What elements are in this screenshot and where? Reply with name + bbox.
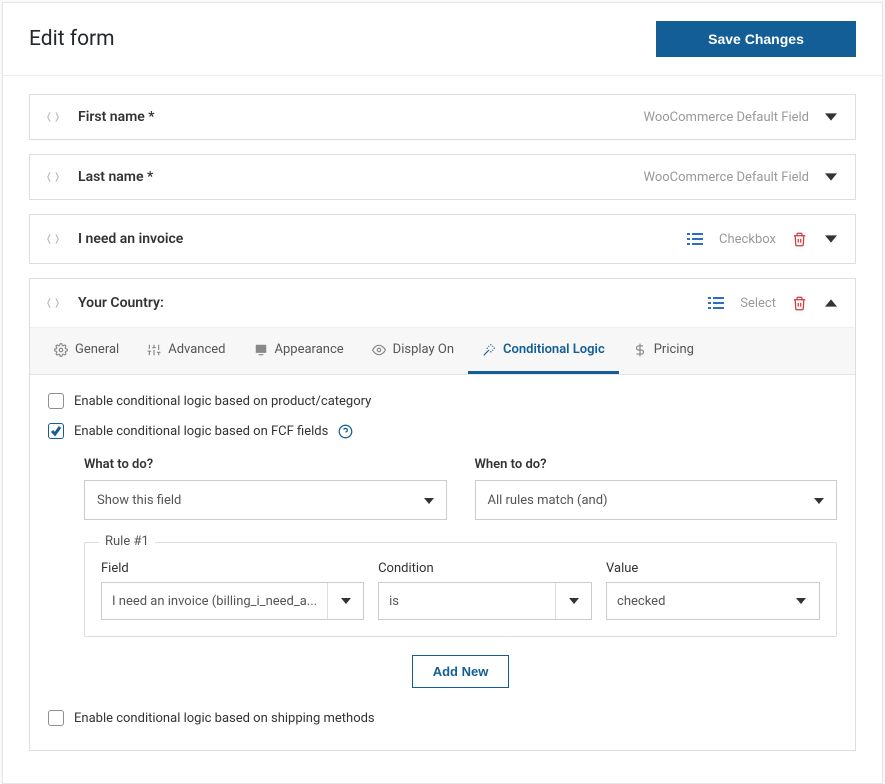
wand-icon [482, 343, 496, 357]
rule-value-label: Value [606, 561, 820, 576]
drag-handle-icon[interactable] [46, 232, 60, 246]
sliders-icon [147, 343, 161, 357]
rule-field-label: Field [101, 561, 364, 576]
tab-label: General [75, 342, 119, 357]
field-label: First name * [78, 109, 644, 125]
field-head[interactable]: I need an invoice Checkbox [30, 215, 855, 263]
trash-icon[interactable] [790, 230, 809, 249]
drag-handle-icon[interactable] [46, 110, 60, 124]
tab-label: Advanced [168, 342, 225, 357]
field-type: Checkbox [719, 232, 776, 247]
field-type: WooCommerce Default Field [644, 170, 810, 185]
what-to-do-select[interactable]: Show this field [84, 480, 447, 520]
field-label: Last name * [78, 169, 644, 185]
checkbox-shipping[interactable] [48, 710, 64, 726]
field-head[interactable]: Last name * WooCommerce Default Field [30, 155, 855, 199]
chevron-down-icon [424, 493, 434, 508]
checkbox-row-fcf: Enable conditional logic based on FCF fi… [48, 423, 837, 439]
chevron-down-icon [327, 583, 363, 619]
checkbox-label: Enable conditional logic based on produc… [74, 394, 371, 409]
checkbox-row-shipping: Enable conditional logic based on shippi… [48, 710, 837, 726]
tab-label: Display On [393, 342, 454, 357]
field-row: I need an invoice Checkbox [29, 214, 856, 264]
chevron-down-icon [783, 583, 819, 619]
field-row-expanded: Your Country: Select [29, 278, 856, 751]
field-head[interactable]: First name * WooCommerce Default Field [30, 95, 855, 139]
rule-value-select[interactable]: checked [606, 582, 820, 620]
field-type: Select [740, 296, 776, 311]
rule-field-col: Field I need an invoice (billing_i_need_… [101, 561, 364, 620]
chevron-down-icon [555, 583, 591, 619]
expand-toggle[interactable] [823, 109, 839, 125]
expand-toggle[interactable] [823, 169, 839, 185]
field-row: First name * WooCommerce Default Field [29, 94, 856, 140]
tab-appearance[interactable]: Appearance [240, 328, 358, 374]
drag-handle-icon[interactable] [46, 296, 60, 310]
field-row: Last name * WooCommerce Default Field [29, 154, 856, 200]
when-label: When to do? [475, 457, 838, 472]
select-value: is [379, 594, 555, 609]
field-label: I need an invoice [78, 231, 685, 247]
checkbox-product[interactable] [48, 393, 64, 409]
expand-toggle[interactable] [823, 231, 839, 247]
select-value: checked [607, 594, 783, 609]
trash-icon[interactable] [790, 294, 809, 313]
checkbox-label: Enable conditional logic based on FCF fi… [74, 424, 328, 439]
tab-display-on[interactable]: Display On [358, 328, 468, 374]
dollar-icon [633, 343, 647, 357]
eye-icon [372, 343, 386, 357]
field-label: Your Country: [78, 295, 706, 311]
fields-list: First name * WooCommerce Default Field L… [3, 76, 882, 783]
drag-handle-icon[interactable] [46, 170, 60, 184]
rule-condition-select[interactable]: is [378, 582, 592, 620]
tab-advanced[interactable]: Advanced [133, 328, 239, 374]
gear-icon [54, 343, 68, 357]
add-new-button[interactable]: Add New [412, 655, 510, 688]
checkbox-row-product: Enable conditional logic based on produc… [48, 393, 837, 409]
rule-condition-label: Condition [378, 561, 592, 576]
checkbox-label: Enable conditional logic based on shippi… [74, 711, 375, 726]
rule-field-select[interactable]: I need an invoice (billing_i_need_a... [101, 582, 364, 620]
tab-label: Appearance [275, 342, 344, 357]
tab-general[interactable]: General [40, 328, 133, 374]
chevron-down-icon [814, 493, 824, 508]
page-header: Edit form Save Changes [3, 3, 882, 76]
rule-box: Rule #1 Field I need an invoice (billing… [84, 542, 837, 637]
select-value: All rules match (and) [488, 493, 815, 508]
tab-pricing[interactable]: Pricing [619, 328, 708, 374]
what-label: What to do? [84, 457, 447, 472]
when-to-do-select[interactable]: All rules match (and) [475, 480, 838, 520]
collapse-toggle[interactable] [823, 295, 839, 311]
field-type: WooCommerce Default Field [644, 110, 810, 125]
rule-value-col: Value checked [606, 561, 820, 620]
tab-label: Pricing [654, 342, 694, 357]
field-tabs: General Advanced Appearance Display On C… [30, 328, 855, 375]
checkbox-fcf[interactable] [48, 423, 64, 439]
select-value: I need an invoice (billing_i_need_a... [102, 594, 327, 609]
when-to-do-col: When to do? All rules match (and) [475, 457, 838, 520]
appearance-icon [254, 343, 268, 357]
field-head[interactable]: Your Country: Select [30, 279, 855, 328]
tab-conditional-logic[interactable]: Conditional Logic [468, 328, 619, 374]
conditional-logic-panel: Enable conditional logic based on produc… [30, 375, 855, 750]
rule-legend: Rule #1 [99, 534, 155, 549]
select-value: Show this field [97, 493, 424, 508]
page-title: Edit form [29, 27, 115, 51]
list-icon[interactable] [706, 293, 726, 313]
help-icon[interactable] [338, 424, 353, 439]
rule-condition-col: Condition is [378, 561, 592, 620]
what-to-do-col: What to do? Show this field [84, 457, 447, 520]
tab-label: Conditional Logic [503, 342, 605, 357]
list-icon[interactable] [685, 229, 705, 249]
save-changes-button[interactable]: Save Changes [656, 21, 856, 57]
